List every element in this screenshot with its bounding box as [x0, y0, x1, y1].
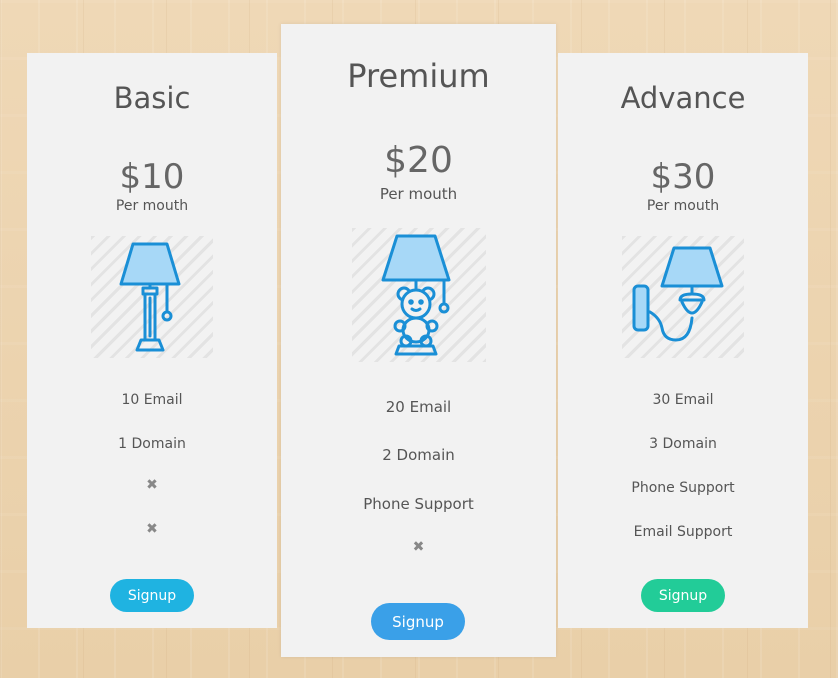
pricing-card-advance: Advance $30 Per mouth 30 Email 3 Domain … — [558, 53, 808, 628]
plan-period: Per mouth — [646, 198, 720, 214]
plan-period: Per mouth — [379, 185, 458, 203]
signup-button[interactable]: Signup — [110, 579, 194, 612]
plan-price: $30 — [650, 157, 716, 197]
wall-lamp-icon — [622, 236, 744, 358]
feature-item: 30 Email — [652, 392, 714, 408]
teddy-bear-lamp-icon — [352, 228, 486, 362]
feature-item: 3 Domain — [649, 436, 717, 452]
not-included-icon: ✖ — [146, 521, 158, 537]
feature-item: Phone Support — [631, 480, 735, 496]
not-included-icon: ✖ — [412, 539, 425, 555]
plan-title: Basic — [113, 81, 191, 115]
feature-item: Phone Support — [363, 495, 474, 513]
feature-item: Email Support — [633, 524, 733, 540]
feature-item: 1 Domain — [118, 436, 186, 452]
feature-item: 20 Email — [385, 398, 452, 416]
plan-price: $10 — [119, 157, 185, 197]
pricing-card-premium: Premium $20 Per mouth 20 Email 2 Domain … — [281, 24, 556, 657]
pricing-card-basic: Basic $10 Per mouth 10 Email 1 Domain ✖ … — [27, 53, 277, 628]
table-lamp-icon — [91, 236, 213, 358]
plan-price: $20 — [384, 140, 453, 181]
signup-button[interactable]: Signup — [641, 579, 725, 612]
not-included-icon: ✖ — [146, 477, 158, 493]
plan-period: Per mouth — [115, 198, 189, 214]
feature-item: 2 Domain — [382, 446, 455, 464]
plan-title: Advance — [620, 81, 746, 115]
plan-title: Premium — [347, 57, 490, 95]
feature-item: 10 Email — [121, 392, 183, 408]
signup-button[interactable]: Signup — [371, 603, 465, 640]
